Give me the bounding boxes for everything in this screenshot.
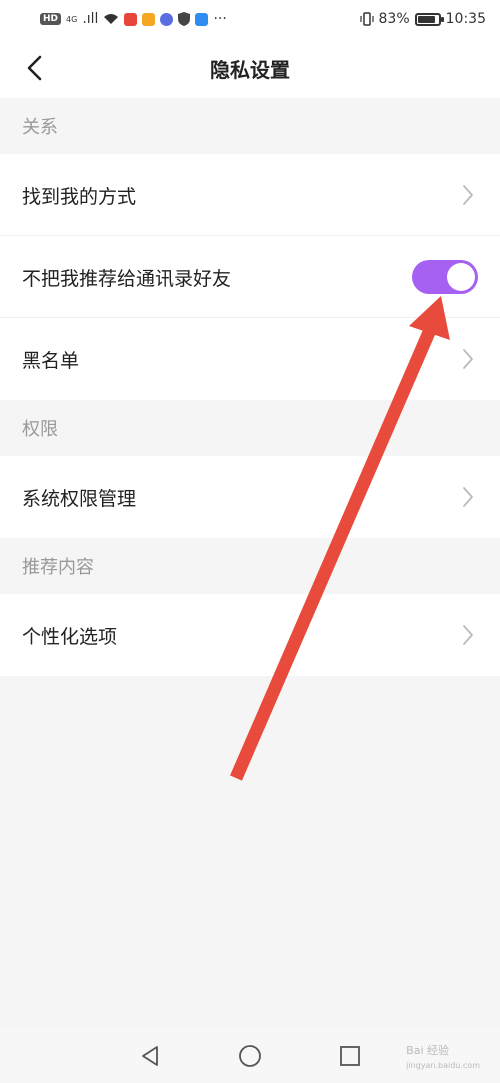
section-header-relations: 关系 <box>0 98 500 154</box>
circle-home-icon <box>239 1044 261 1067</box>
row-blacklist[interactable]: 黑名单 <box>0 318 500 400</box>
nav-recents-button[interactable] <box>330 1036 370 1076</box>
vibrate-icon <box>359 12 374 26</box>
nav-home-button[interactable] <box>230 1036 270 1076</box>
more-notifications-icon: ··· <box>213 11 227 27</box>
chevron-right-icon <box>458 621 478 649</box>
row-no-recommend: 不把我推荐给通讯录好友 <box>0 236 500 318</box>
nav-back-button[interactable] <box>130 1036 170 1076</box>
chevron-right-icon <box>458 345 478 373</box>
status-bar: HD 4G .ıll ··· 83% 10:35 <box>0 0 500 38</box>
row-system-permissions[interactable]: 系统权限管理 <box>0 456 500 538</box>
hd-badge: HD <box>40 13 62 25</box>
clock: 10:35 <box>445 11 486 27</box>
recommend-toggle-switch[interactable] <box>412 260 478 294</box>
row-label: 黑名单 <box>22 349 80 372</box>
watermark-text: Bai 经验 <box>406 1044 450 1057</box>
section-header-recommend: 推荐内容 <box>0 538 500 594</box>
triangle-back-icon <box>142 1045 158 1066</box>
chevron-left-icon <box>27 55 42 81</box>
chevron-right-icon <box>458 483 478 511</box>
chevron-right-icon <box>458 181 478 209</box>
row-find-me[interactable]: 找到我的方式 <box>0 154 500 236</box>
network-type: 4G <box>66 14 78 24</box>
battery-level <box>417 15 435 23</box>
square-recents-icon <box>340 1045 360 1066</box>
row-personalization[interactable]: 个性化选项 <box>0 594 500 676</box>
row-label: 不把我推荐给通讯录好友 <box>22 267 232 290</box>
app-icon-2 <box>142 12 156 26</box>
row-label: 个性化选项 <box>22 625 118 648</box>
shield-icon <box>178 12 191 26</box>
section-header-permissions: 权限 <box>0 400 500 456</box>
row-label: 系统权限管理 <box>22 487 137 510</box>
wifi-icon <box>104 14 119 24</box>
battery-percent: 83% <box>378 11 410 27</box>
cloud-app-icon <box>195 12 209 26</box>
row-label: 找到我的方式 <box>22 185 137 208</box>
app-header: 隐私设置 <box>0 38 500 98</box>
status-right: 83% 10:35 <box>359 11 486 27</box>
signal-icon: .ıll <box>82 11 99 27</box>
status-left: HD 4G .ıll ··· <box>40 11 227 27</box>
app-icon-1 <box>124 12 138 26</box>
toggle-knob <box>447 263 475 291</box>
watermark: Bai 经验 jingyan.baidu.com <box>406 1042 480 1071</box>
back-button[interactable] <box>14 48 54 88</box>
watermark-url: jingyan.baidu.com <box>406 1061 480 1070</box>
app-icon-3 <box>160 12 174 26</box>
battery-icon <box>414 12 444 26</box>
page-title: 隐私设置 <box>210 57 290 82</box>
